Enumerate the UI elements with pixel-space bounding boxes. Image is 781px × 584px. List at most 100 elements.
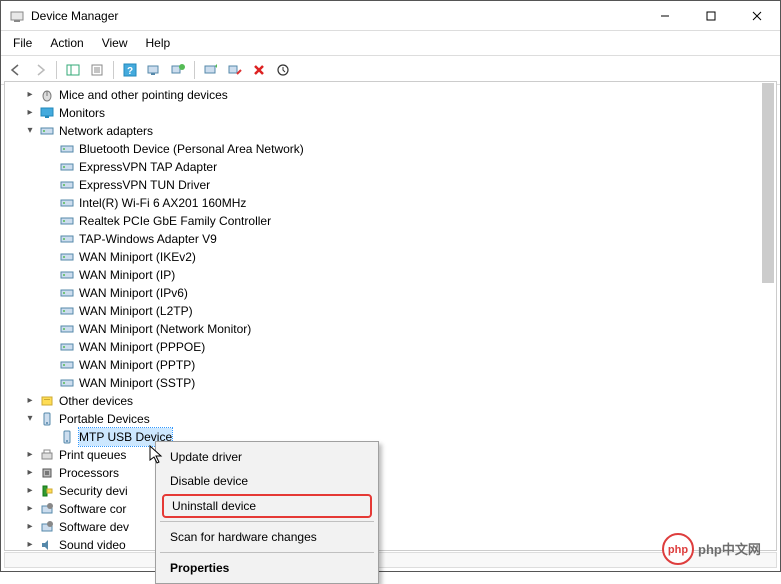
titlebar: Device Manager: [1, 1, 780, 31]
tree-item-wan-ipv6[interactable]: WAN Miniport (IPv6): [5, 284, 776, 302]
forward-button[interactable]: [29, 59, 51, 81]
monitor-icon: [39, 105, 55, 121]
sound-icon: [39, 537, 55, 551]
tree-item-evpn-tun[interactable]: ExpressVPN TUN Driver: [5, 176, 776, 194]
tree-label: Software dev: [59, 518, 129, 536]
chevron-right-icon[interactable]: ▸: [23, 394, 37, 408]
menu-help[interactable]: Help: [138, 33, 179, 53]
software-icon: [39, 519, 55, 535]
menu-view[interactable]: View: [94, 33, 136, 53]
tree-item-wan-ip[interactable]: WAN Miniport (IP): [5, 266, 776, 284]
adapter-icon: [59, 267, 75, 283]
chevron-down-icon[interactable]: ▾: [23, 412, 37, 426]
maximize-button[interactable]: [688, 1, 734, 31]
tree-item-software-components[interactable]: ▸ Software cor: [5, 500, 776, 518]
tree-item-wan-l2tp[interactable]: WAN Miniport (L2TP): [5, 302, 776, 320]
properties-button[interactable]: [86, 59, 108, 81]
ctx-separator: [160, 521, 374, 522]
tree-label: WAN Miniport (PPPOE): [79, 338, 205, 356]
tree-item-wan-netmon[interactable]: WAN Miniport (Network Monitor): [5, 320, 776, 338]
software-icon: [39, 501, 55, 517]
chevron-right-icon[interactable]: ▸: [23, 538, 37, 551]
adapter-icon: [59, 285, 75, 301]
tree-label: Processors: [59, 464, 119, 482]
tree-label: WAN Miniport (IP): [79, 266, 175, 284]
tree-item-mtp-usb[interactable]: MTP USB Device: [5, 428, 776, 446]
ctx-disable-device[interactable]: Disable device: [158, 469, 376, 493]
toolbar-separator: [194, 61, 195, 79]
menu-action[interactable]: Action: [42, 33, 91, 53]
tree-item-sound-video[interactable]: ▸ Sound video: [5, 536, 776, 551]
tree-item-mice[interactable]: ▸ Mice and other pointing devices: [5, 86, 776, 104]
tree-label: Network adapters: [59, 122, 153, 140]
tree-item-portable-devices[interactable]: ▾ Portable Devices: [5, 410, 776, 428]
tree-item-wan-pppoe[interactable]: WAN Miniport (PPPOE): [5, 338, 776, 356]
ctx-properties[interactable]: Properties: [158, 556, 376, 580]
tree-label: ExpressVPN TAP Adapter: [79, 158, 217, 176]
chevron-right-icon[interactable]: ▸: [23, 520, 37, 534]
other-devices-icon: [39, 393, 55, 409]
tree-item-software-devices[interactable]: ▸ Software dev: [5, 518, 776, 536]
chevron-right-icon[interactable]: ▸: [23, 466, 37, 480]
ctx-scan-hardware[interactable]: Scan for hardware changes: [158, 525, 376, 549]
tree-item-wan-sstp[interactable]: WAN Miniport (SSTP): [5, 374, 776, 392]
update-driver-button[interactable]: [200, 59, 222, 81]
svg-text:php: php: [668, 544, 688, 556]
chevron-right-icon[interactable]: ▸: [23, 448, 37, 462]
ctx-uninstall-device[interactable]: Uninstall device: [162, 494, 372, 518]
tree-item-wan-pptp[interactable]: WAN Miniport (PPTP): [5, 356, 776, 374]
tree-item-wan-ikev2[interactable]: WAN Miniport (IKEv2): [5, 248, 776, 266]
show-hide-tree-button[interactable]: [62, 59, 84, 81]
tree-item-print-queues[interactable]: ▸ Print queues: [5, 446, 776, 464]
tree-item-evpn-tap[interactable]: ExpressVPN TAP Adapter: [5, 158, 776, 176]
printer-icon: [39, 447, 55, 463]
chevron-down-icon[interactable]: ▾: [23, 124, 37, 138]
tree-item-wifi[interactable]: Intel(R) Wi-Fi 6 AX201 160MHz: [5, 194, 776, 212]
tree-item-realtek[interactable]: Realtek PCIe GbE Family Controller: [5, 212, 776, 230]
tree-item-network-adapters[interactable]: ▾ Network adapters: [5, 122, 776, 140]
tree-item-processors[interactable]: ▸ Processors: [5, 464, 776, 482]
tree-label: Intel(R) Wi-Fi 6 AX201 160MHz: [79, 194, 246, 212]
processor-icon: [39, 465, 55, 481]
ctx-update-driver[interactable]: Update driver: [158, 445, 376, 469]
tree-label: WAN Miniport (Network Monitor): [79, 320, 251, 338]
help-button[interactable]: ?: [119, 59, 141, 81]
network-icon: [39, 123, 55, 139]
chevron-right-icon[interactable]: ▸: [23, 502, 37, 516]
adapter-icon: [59, 357, 75, 373]
tree-label: WAN Miniport (L2TP): [79, 302, 193, 320]
ctx-separator: [160, 552, 374, 553]
chevron-right-icon[interactable]: ▸: [23, 484, 37, 498]
adapter-icon: [59, 141, 75, 157]
tree-label: WAN Miniport (SSTP): [79, 374, 195, 392]
tree-item-monitors[interactable]: ▸ Monitors: [5, 104, 776, 122]
toolbar-separator: [113, 61, 114, 79]
portable-device-icon: [39, 411, 55, 427]
chevron-right-icon[interactable]: ▸: [23, 106, 37, 120]
chevron-right-icon[interactable]: ▸: [23, 88, 37, 102]
menubar: File Action View Help: [1, 31, 780, 55]
minimize-button[interactable]: [642, 1, 688, 31]
uninstall-device-button[interactable]: [248, 59, 270, 81]
adapter-icon: [59, 321, 75, 337]
toolbar-separator: [56, 61, 57, 79]
tree-item-other-devices[interactable]: ▸ Other devices: [5, 392, 776, 410]
close-button[interactable]: [734, 1, 780, 31]
menu-file[interactable]: File: [5, 33, 40, 53]
add-legacy-button[interactable]: [167, 59, 189, 81]
tree-item-security-devices[interactable]: ▸ Security devi: [5, 482, 776, 500]
device-tree[interactable]: ▸ Mice and other pointing devices ▸ Moni…: [5, 82, 776, 551]
scan-hardware-button[interactable]: [143, 59, 165, 81]
tree-label: WAN Miniport (IPv6): [79, 284, 188, 302]
tree-label: Security devi: [59, 482, 128, 500]
adapter-icon: [59, 195, 75, 211]
scrollbar-thumb[interactable]: [762, 83, 774, 283]
tree-label: TAP-Windows Adapter V9: [79, 230, 217, 248]
back-button[interactable]: [5, 59, 27, 81]
tree-item-tap-windows[interactable]: TAP-Windows Adapter V9: [5, 230, 776, 248]
disable-device-button[interactable]: [224, 59, 246, 81]
tree-item-bluetooth[interactable]: Bluetooth Device (Personal Area Network): [5, 140, 776, 158]
enable-device-button[interactable]: [272, 59, 294, 81]
tree-label: ExpressVPN TUN Driver: [79, 176, 210, 194]
tree-label: Realtek PCIe GbE Family Controller: [79, 212, 271, 230]
